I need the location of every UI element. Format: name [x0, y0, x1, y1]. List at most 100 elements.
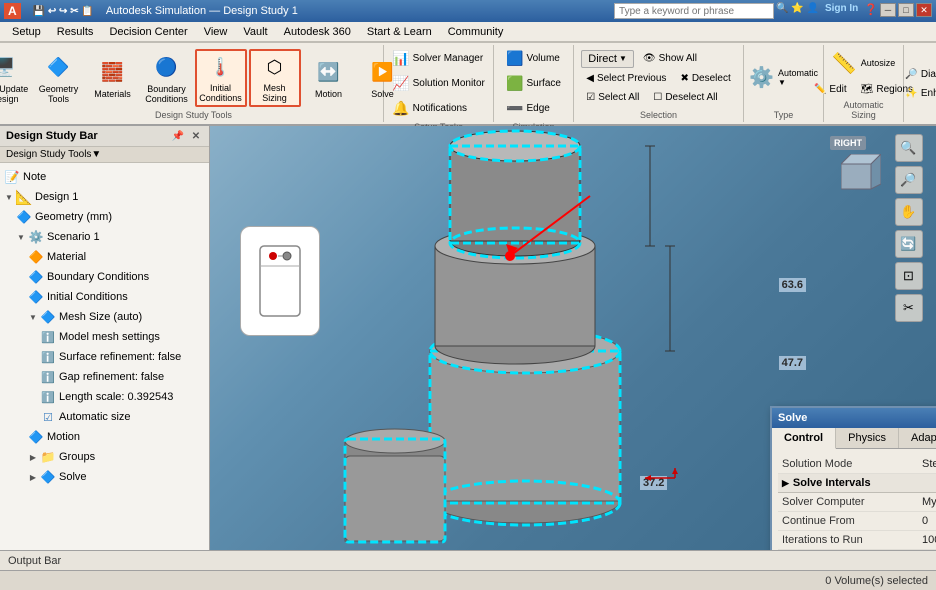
dialog-tabs: Control Physics Adaptation [772, 428, 936, 449]
dialog-tab-control[interactable]: Control [772, 428, 836, 449]
minimize-button[interactable]: ─ [880, 3, 896, 17]
dialog-tab-adaptation[interactable]: Adaptation [899, 428, 936, 448]
orbit-button[interactable]: 🔄 [895, 230, 923, 258]
select-previous-button[interactable]: ◀ Select Previous [581, 70, 671, 87]
tree-item-scenario1[interactable]: ▼ ⚙️ Scenario 1 [0, 227, 209, 247]
boundary-conditions-button[interactable]: 🔵 Boundary Conditions [141, 49, 193, 107]
simulation-buttons: 🟦 Volume 🟩 Surface ➖ Edge [501, 47, 566, 120]
tree-item-note[interactable]: 📝 Note [0, 167, 209, 187]
diagnostics-button[interactable]: 🔎 Diagnostics [900, 66, 936, 83]
dialog-tab-physics[interactable]: Physics [836, 428, 899, 448]
initial-conditions-button[interactable]: 🌡️ Initial Conditions [195, 49, 247, 107]
design-study-dropdown-arrow[interactable]: ▼ [91, 149, 101, 160]
boundary-icon: 🔵 [151, 52, 183, 84]
tree-item-boundary[interactable]: 🔷 Boundary Conditions [0, 267, 209, 287]
tree-item-surface-ref[interactable]: ℹ️ Surface refinement: false [0, 347, 209, 367]
tree-item-model-mesh[interactable]: ℹ️ Model mesh settings [0, 327, 209, 347]
thumbnail-sketch [240, 226, 320, 336]
pin-icon[interactable]: 📌 [171, 129, 185, 143]
menu-start-learn[interactable]: Start & Learn [359, 24, 440, 40]
section-button[interactable]: ✂ [895, 294, 923, 322]
show-all-button[interactable]: 👁 Show All [638, 50, 702, 67]
menu-results[interactable]: Results [49, 24, 102, 40]
deselect-button[interactable]: ✖ Deselect [675, 70, 735, 87]
tree-item-length-scale[interactable]: ℹ️ Length scale: 0.392543 [0, 387, 209, 407]
zoom-out-button[interactable]: 🔎 [895, 166, 923, 194]
restore-button[interactable]: □ [898, 3, 914, 17]
sidebar-close-icon[interactable]: ✕ [189, 129, 203, 143]
tree-item-groups[interactable]: ▶ 📁 Groups [0, 447, 209, 467]
volume-button[interactable]: 🟦 Volume [501, 47, 566, 70]
dialog-row-solution-mode: Solution Mode Steady State [778, 455, 936, 474]
select-all-button[interactable]: ☑ Select All [581, 89, 644, 106]
menu-autodesk360[interactable]: Autodesk 360 [276, 24, 359, 40]
automatic-dropdown-arrow: ▼ [778, 78, 786, 87]
geometry-tools-button[interactable]: 🔷 Geometry Tools [33, 49, 85, 107]
groups-arrow: ▶ [28, 452, 38, 462]
viewport[interactable]: 63.6 47.7 37.2 [210, 126, 936, 550]
solver-manager-button[interactable]: 📊 Solver Manager [387, 47, 490, 70]
tree-item-material[interactable]: 🔶 Material [0, 247, 209, 267]
menu-view[interactable]: View [196, 24, 236, 40]
compass-cube [841, 154, 881, 194]
add-update-design-button[interactable]: 🖥️ Add/Update Design [0, 49, 31, 107]
edit-button[interactable]: ✏️ Edit [809, 81, 852, 98]
fit-button[interactable]: ⊡ [895, 262, 923, 290]
dialog-section-intervals[interactable]: ▶ Solve Intervals [778, 474, 936, 493]
materials-icon: 🧱 [97, 57, 129, 89]
dialog-body: Solution Mode Steady State ▶ Solve Inter… [772, 449, 936, 550]
direct-dropdown[interactable]: Direct ▼ [581, 50, 634, 68]
title-bar-left: A 💾 ↩ ↪ ✂ 📋 Autodesk Simulation — Design… [4, 3, 298, 19]
tree-item-design1[interactable]: ▼ 📐 Design 1 [0, 187, 209, 207]
enhancement-button[interactable]: ✨ Enhancement [900, 85, 936, 102]
pan-button[interactable]: ✋ [895, 198, 923, 226]
type-group-label: Type [774, 108, 794, 120]
tree-item-gap-ref[interactable]: ℹ️ Gap refinement: false [0, 367, 209, 387]
iterations-value: 100 [922, 534, 936, 546]
materials-button[interactable]: 🧱 Materials [87, 49, 139, 107]
select-previous-row: ◀ Select Previous ✖ Deselect [581, 70, 735, 87]
window-controls: 🔍 ⭐ 👤 Sign In ❓ ─ □ ✕ [614, 3, 932, 19]
direct-dropdown-arrow: ▼ [619, 54, 627, 63]
surface-button[interactable]: 🟩 Surface [501, 72, 566, 95]
iterations-label: Iterations to Run [782, 534, 922, 546]
design1-arrow: ▼ [4, 192, 14, 202]
app-logo: A [4, 3, 21, 19]
mesh-sizing-button[interactable]: ⬡ Mesh Sizing [249, 49, 301, 107]
tree-item-geometry[interactable]: 🔷 Geometry (mm) [0, 207, 209, 227]
sidebar: Design Study Bar 📌 ✕ Design Study Tools … [0, 126, 210, 550]
continue-from-label: Continue From [782, 515, 922, 527]
continue-from-value: 0 [922, 515, 936, 527]
edge-button[interactable]: ➖ Edge [501, 97, 566, 120]
tree-item-motion[interactable]: 🔷 Motion [0, 427, 209, 447]
automatic-icon: ⚙️ [749, 65, 774, 90]
boundary-tree-icon: 🔷 [28, 269, 44, 285]
notifications-button[interactable]: 🔔 Notifications [387, 97, 490, 120]
tree-item-initial[interactable]: 🔷 Initial Conditions [0, 287, 209, 307]
solution-monitor-button[interactable]: 📈 Solution Monitor [387, 72, 490, 95]
menu-decision-center[interactable]: Decision Center [101, 24, 195, 40]
tree-item-meshsize[interactable]: ▼ 🔷 Mesh Size (auto) [0, 307, 209, 327]
enhancement-icon: ✨ [905, 88, 917, 99]
tree-item-solve[interactable]: ▶ 🔷 Solve [0, 467, 209, 487]
menu-community[interactable]: Community [440, 24, 512, 40]
menu-vault[interactable]: Vault [235, 24, 275, 40]
autosize-group-label: Automatic Sizing [830, 98, 897, 120]
sidebar-header: Design Study Bar 📌 ✕ [0, 126, 209, 147]
signin-link[interactable]: Sign In [825, 3, 858, 19]
deselect-all-button[interactable]: ☐ Deselect All [648, 89, 722, 106]
motion-button[interactable]: ↔️ Motion [303, 49, 355, 107]
status-text: 0 Volume(s) selected [825, 575, 928, 587]
mesh-icon: ⬡ [259, 53, 291, 83]
search-input[interactable] [614, 3, 774, 19]
close-button[interactable]: ✕ [916, 3, 932, 17]
tree-item-auto-size[interactable]: ☑ Automatic size [0, 407, 209, 427]
select-all-row: ☑ Select All ☐ Deselect All [581, 89, 735, 106]
menu-setup[interactable]: Setup [4, 24, 49, 40]
mesh-tree-icon: 🔷 [40, 309, 56, 325]
select-all-icon: ☑ [586, 92, 595, 103]
help-icon[interactable]: ❓ [864, 3, 878, 19]
zoom-in-button[interactable]: 🔍 [895, 134, 923, 162]
dialog-row-continue-from: Continue From 0 [778, 512, 936, 531]
sidebar-header-icons: 📌 ✕ [171, 129, 203, 143]
